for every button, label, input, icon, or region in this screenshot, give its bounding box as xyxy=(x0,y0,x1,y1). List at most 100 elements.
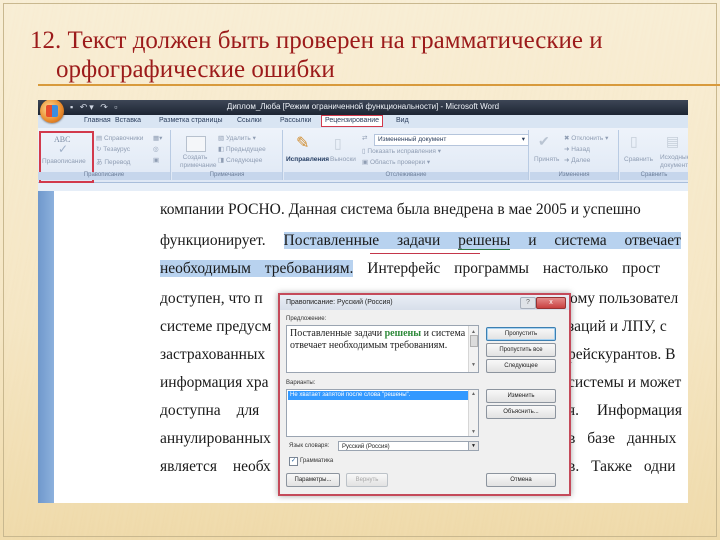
thesaurus-label: Тезаурус xyxy=(103,146,131,153)
office-logo-icon xyxy=(46,105,58,117)
show-markup-button[interactable]: ▯ Показать исправления ▾ xyxy=(362,147,441,155)
scroll-down-icon[interactable]: ▼ xyxy=(471,429,476,435)
tab-view[interactable]: Вид xyxy=(396,117,409,124)
chevron-down-icon: ▾ xyxy=(521,136,525,143)
change-button[interactable]: Изменить xyxy=(486,389,556,403)
research-button[interactable]: ▤ Справочники xyxy=(96,134,143,142)
ignore-button[interactable]: Пропустить xyxy=(486,327,556,341)
dictionary-label: Язык словаря: xyxy=(289,443,330,449)
group-label-tracking: Отслеживание xyxy=(284,172,528,180)
suggestion-item-selected[interactable]: Не хватает запятой после слова "решены". xyxy=(288,391,468,400)
previous-comment-label: Предыдущее xyxy=(225,146,266,153)
balloons-button[interactable]: Выноски xyxy=(330,156,356,163)
group-tracking: ✎ Исправления ▯ Выноски Измененный докум… xyxy=(284,130,529,180)
title-line-1: 12. Текст должен быть проверен на грамма… xyxy=(30,27,603,54)
title-line-2: орфографические ошибки xyxy=(56,56,335,83)
group-label-compare: Сравнить xyxy=(620,172,688,180)
spelling-dialog: Правописание: Русский (Россия) ? x Предл… xyxy=(278,293,571,496)
ribbon-tabs: Главная Вставка Разметка страницы Ссылки… xyxy=(38,115,688,128)
dictionary-language-select[interactable]: Русский (Россия) ▼ xyxy=(338,441,479,451)
display-icon: ⇄ xyxy=(362,135,368,142)
translate-label: Перевод xyxy=(104,159,131,166)
doc-line: необходимым требованиям. Интерфейс прогр… xyxy=(160,260,688,278)
previous-change-button[interactable]: ➜ Назад xyxy=(564,145,590,153)
grammar-checkbox[interactable]: ✓ xyxy=(289,457,298,466)
group-comments: Создать примечание ▧ Удалить ▾ ◧ Предыду… xyxy=(172,130,283,180)
title-underline xyxy=(38,84,720,86)
translate-button[interactable]: あ Перевод xyxy=(96,156,130,166)
reviewing-pane-button[interactable]: ▣ Область проверки ▾ xyxy=(362,158,430,166)
undo-button[interactable]: Вернуть xyxy=(346,473,388,487)
next-change-button[interactable]: ➜ Далее xyxy=(564,156,590,164)
doc-line-right: системы и может xyxy=(568,374,682,391)
doc-line: функционирует. Поставленные задачи решен… xyxy=(160,232,688,250)
office-button[interactable] xyxy=(40,100,64,123)
compare-button[interactable]: Сравнить xyxy=(624,156,653,163)
left-margin-bar xyxy=(38,191,54,503)
source-documents-button[interactable]: Исходные документы xyxy=(660,154,688,170)
chevron-down-icon[interactable]: ▼ xyxy=(468,442,478,450)
suggestions-list[interactable]: Не хватает запятой после слова "решены".… xyxy=(286,389,479,437)
doc-line-right: рейскурантов. В xyxy=(568,346,676,363)
accept-button[interactable]: Принять xyxy=(534,156,559,163)
sentence-box[interactable]: Поставленные задачи решены и система отв… xyxy=(286,325,479,373)
sentence-text: Поставленные задачи xyxy=(290,328,385,339)
tab-home[interactable]: Главная xyxy=(84,117,111,124)
thesaurus-button[interactable]: ↻ Тезаурус xyxy=(96,145,130,153)
sentence-scrollbar[interactable]: ▲ ▼ xyxy=(468,326,478,372)
doc-line-right: заций и ЛПУ, с xyxy=(568,318,667,335)
tab-review[interactable]: Рецензирование xyxy=(321,115,384,127)
explain-button[interactable]: Объяснить... xyxy=(486,405,556,419)
window-title: Диплом_Люба [Режим ограниченной функцион… xyxy=(226,102,500,111)
ignore-all-button[interactable]: Пропустить все xyxy=(486,343,556,357)
display-for-review-select[interactable]: Измененный документ ▾ xyxy=(374,134,529,146)
doc-line-right: я. Информация xyxy=(568,402,682,419)
scroll-up-icon[interactable]: ▲ xyxy=(471,391,476,397)
options-button[interactable]: Параметры... xyxy=(286,473,340,487)
group-label-proofing: Правописание xyxy=(38,172,170,180)
help-button[interactable]: ? xyxy=(520,297,536,309)
new-comment-icon xyxy=(186,136,206,152)
selected-text-part: Поставленные задачи xyxy=(283,232,459,249)
dictionary-value: Русский (Россия) xyxy=(342,444,390,450)
suggestions-label: Варианты: xyxy=(286,380,316,386)
doc-text: функционирует. xyxy=(160,232,284,249)
doc-text: Интерфейс программы настолько прост xyxy=(353,260,661,277)
track-changes-icon: ✎ xyxy=(296,135,310,152)
new-comment-button[interactable]: Создать примечание xyxy=(180,154,216,170)
delete-comment-button[interactable]: ▧ Удалить ▾ xyxy=(218,134,256,142)
tab-mailings[interactable]: Рассылки xyxy=(280,117,311,124)
language-icon[interactable]: ▦▾ xyxy=(153,134,162,142)
scroll-thumb[interactable] xyxy=(470,335,478,347)
spelling-button[interactable]: Правописание xyxy=(42,158,86,165)
reject-button[interactable]: ✖ Отклонить ▾ xyxy=(564,134,608,142)
error-word: решены xyxy=(384,328,422,339)
next-sentence-button[interactable]: Следующее xyxy=(486,359,556,373)
cancel-button[interactable]: Отмена xyxy=(486,473,556,487)
source-documents-icon: ▤ xyxy=(666,133,680,149)
doc-line-right: в базе данных xyxy=(568,430,677,447)
scroll-down-icon[interactable]: ▼ xyxy=(471,360,476,372)
reject-label: Отклонить xyxy=(571,135,604,142)
word-count-icon[interactable]: ◎ xyxy=(153,145,159,153)
doc-line-right: в. Также одни xyxy=(568,458,676,475)
set-language-icon[interactable]: ▣ xyxy=(153,156,159,164)
tab-references[interactable]: Ссылки xyxy=(237,117,262,124)
show-markup-label: Показать исправления xyxy=(367,148,436,155)
title-bar: ▪ ↶▾ ↷ ▫ Диплом_Люба [Режим ограниченной… xyxy=(38,100,688,115)
close-button[interactable]: x xyxy=(536,297,566,309)
selected-text: Поставленные задачи решены и система отв… xyxy=(283,232,681,250)
research-label: Справочники xyxy=(103,135,144,142)
suggestions-scrollbar[interactable]: ▲ ▼ xyxy=(468,390,478,436)
checkmark-icon: ✓ xyxy=(58,142,69,156)
grammar-label: Грамматика xyxy=(300,458,334,464)
tab-page-layout[interactable]: Разметка страницы xyxy=(159,117,223,124)
track-changes-button[interactable]: Исправления xyxy=(286,156,329,163)
previous-comment-button[interactable]: ◧ Предыдущее xyxy=(218,145,266,153)
dialog-title: Правописание: Русский (Россия) xyxy=(286,299,393,306)
tab-insert[interactable]: Вставка xyxy=(115,117,141,124)
next-comment-button[interactable]: ◨ Следующее xyxy=(218,156,262,164)
dialog-title-bar[interactable]: Правописание: Русский (Россия) ? x xyxy=(280,295,569,310)
previous-change-label: Назад xyxy=(571,146,590,153)
grammar-error-word: решены xyxy=(458,232,511,250)
